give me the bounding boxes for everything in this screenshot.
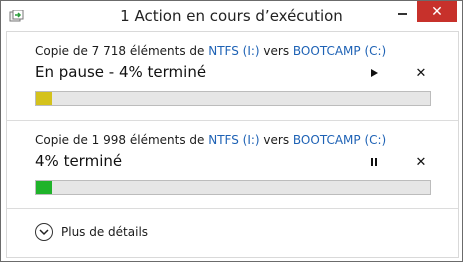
description-middle: vers: [259, 44, 293, 58]
operation-description: Copie de 1 998 éléments de NTFS (I:) ver…: [35, 133, 386, 147]
copy-dialog-window: 1 Action en cours d’exécution ✕ Copie de…: [0, 0, 463, 262]
progress-bar: [35, 180, 431, 195]
copy-operation: Copie de 1 998 éléments de NTFS (I:) ver…: [7, 121, 458, 209]
operation-status: En pause - 4% terminé: [35, 63, 207, 81]
divider: [7, 208, 458, 209]
source-link[interactable]: NTFS (I:): [208, 133, 259, 147]
minimize-button[interactable]: [389, 1, 416, 22]
title-bar[interactable]: 1 Action en cours d’exécution ✕: [1, 1, 462, 31]
close-icon: ✕: [415, 154, 427, 170]
cancel-operation-button[interactable]: ✕: [412, 153, 430, 171]
close-button[interactable]: ✕: [417, 1, 457, 22]
pause-icon: [371, 158, 377, 166]
operations-panel: Copie de 7 718 éléments de NTFS (I:) ver…: [6, 31, 459, 258]
progress-fill: [36, 181, 52, 194]
description-middle: vers: [259, 133, 293, 147]
pause-button[interactable]: [365, 153, 383, 171]
resume-button[interactable]: [365, 64, 383, 82]
operation-status: 4% terminé: [35, 152, 123, 170]
play-icon: [371, 69, 378, 77]
chevron-down-icon: [35, 223, 53, 241]
close-icon: ✕: [431, 3, 443, 20]
source-link[interactable]: NTFS (I:): [208, 44, 259, 58]
description-prefix: Copie de 7 718 éléments de: [35, 44, 209, 58]
operation-description: Copie de 7 718 éléments de NTFS (I:) ver…: [35, 44, 386, 58]
cancel-operation-button[interactable]: ✕: [412, 64, 430, 82]
description-prefix: Copie de 1 998 éléments de: [35, 133, 209, 147]
close-icon: ✕: [415, 65, 427, 81]
progress-fill: [36, 92, 52, 105]
more-details-label: Plus de détails: [61, 225, 149, 239]
minimize-icon: [398, 12, 407, 15]
copy-operation: Copie de 7 718 éléments de NTFS (I:) ver…: [7, 32, 458, 120]
progress-bar: [35, 91, 431, 106]
more-details-button[interactable]: Plus de détails: [35, 223, 148, 241]
destination-link[interactable]: BOOTCAMP (C:): [293, 44, 386, 58]
destination-link[interactable]: BOOTCAMP (C:): [293, 133, 386, 147]
